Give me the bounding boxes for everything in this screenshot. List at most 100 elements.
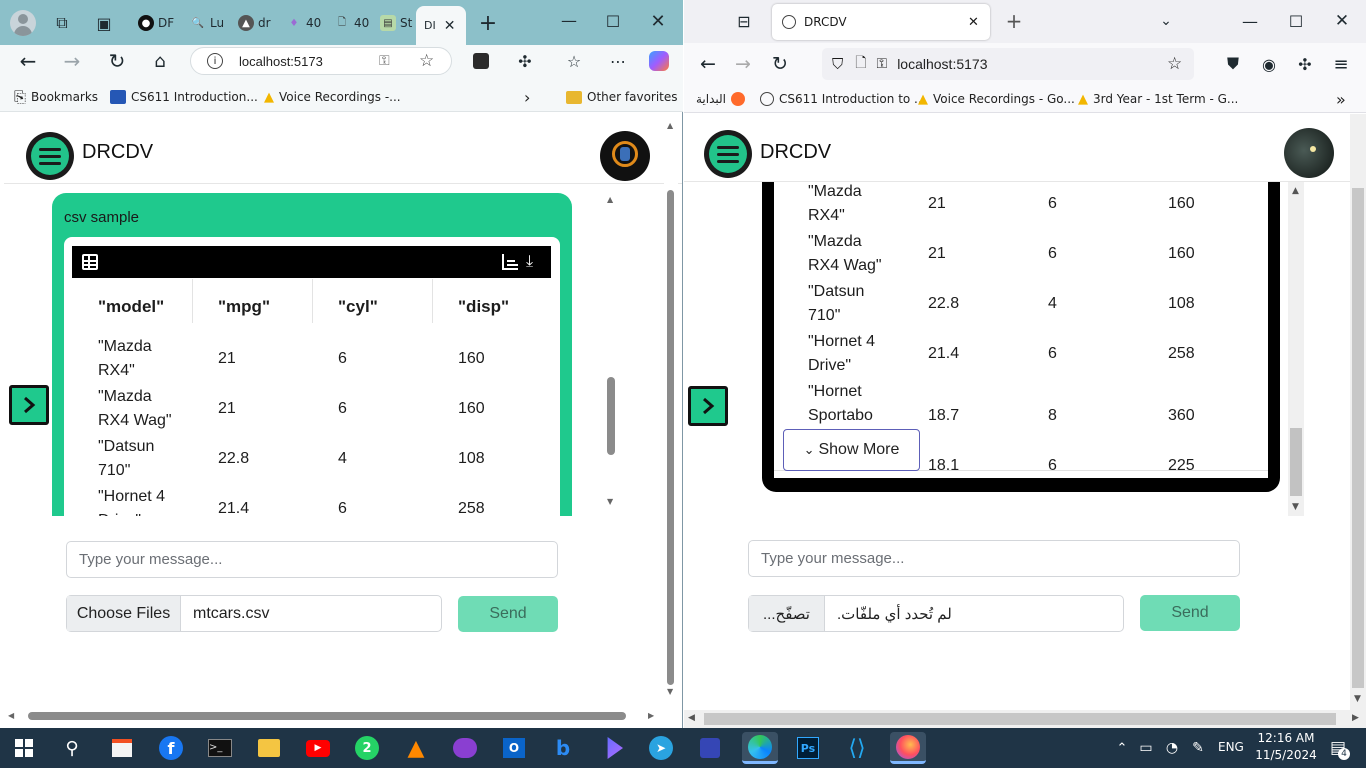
column-header-cyl[interactable]: "cyl" [338,295,378,319]
page-scrollbar[interactable]: ▲ ▼ [664,117,678,697]
page-icon[interactable]: 🗋 [855,52,866,76]
file-input[interactable]: ...تصفّح لم تُحدد أي ملفّات. [748,595,1124,632]
favorites-icon[interactable]: ☆ [560,47,588,75]
close-window-icon[interactable]: ✕ [1328,7,1356,35]
table-icon[interactable] [82,254,98,270]
key-icon[interactable]: ⚿ [379,53,390,69]
profile-icon[interactable] [10,10,36,36]
workspaces-icon[interactable]: ⧉ [48,9,76,37]
scroll-right-icon[interactable]: ▶ [1352,713,1359,723]
tab-github[interactable]: ● DF [138,8,174,38]
message-input[interactable]: Type your message... [66,541,558,578]
column-header-mpg[interactable]: "mpg" [218,295,270,319]
bookmark-home[interactable]: البداية [696,89,746,109]
page-scrollbar[interactable]: ▼ [1350,114,1366,710]
chat-scrollbar[interactable]: ▲ ▼ [1288,182,1304,516]
message-input[interactable]: Type your message... [748,540,1240,577]
column-header-disp[interactable]: "disp" [458,295,509,319]
back-icon[interactable]: ← [694,50,722,78]
firefox-address-bar[interactable]: ⛉ 🗋 ⚿ localhost:5173 ☆ [822,48,1194,80]
horizontal-scrollbar[interactable]: ◀ ▶ [4,709,664,723]
bookmarks-overflow-icon[interactable]: » [1336,89,1346,109]
telegram-icon[interactable]: ➤ [645,732,677,764]
new-tab-icon[interactable]: + [474,9,502,37]
youtube-icon[interactable]: ▶ [302,732,334,764]
favorite-star-icon[interactable]: ☆ [419,51,434,71]
page-scrollbar-thumb[interactable] [1352,188,1364,688]
back-icon[interactable]: ← [14,47,42,75]
shield-icon[interactable]: ⛉ [832,55,843,73]
tab-40-b[interactable]: 🗋 40 [334,8,369,38]
show-more-button[interactable]: ⌄ Show More [783,429,920,471]
minimize-icon[interactable]: — [555,6,583,34]
forward-icon[interactable]: → [58,47,86,75]
scroll-down-icon[interactable]: ▼ [667,687,673,696]
close-tab-icon[interactable]: ✕ [444,18,456,34]
horizontal-scrollbar-thumb[interactable] [28,712,626,720]
notifications-icon[interactable]: ▤ [1322,732,1354,764]
chat-scroll-up-icon[interactable]: ▲ [1292,186,1299,196]
choose-files-button[interactable]: Choose Files [67,596,181,631]
tab-dr[interactable]: ▲ dr [238,8,271,38]
horizontal-scrollbar-thumb[interactable] [704,713,1336,725]
bookmark-bookmarks[interactable]: ⎘ Bookmarks [14,87,98,107]
reload-icon[interactable]: ↻ [766,50,794,78]
tab-search[interactable]: 🔍 Lu [190,8,224,38]
clock-date[interactable]: 11/5/2024 [1254,748,1318,762]
tab-actions-icon[interactable]: ▣ [90,9,118,37]
extensions-puzzle-icon[interactable]: ✣ [511,47,539,75]
scroll-right-icon[interactable]: ▶ [648,711,654,720]
file-input[interactable]: Choose Files mtcars.csv [66,595,442,632]
page-scrollbar-thumb[interactable] [667,190,674,685]
close-tab-icon[interactable]: ✕ [968,15,979,30]
chat-scroll-down-icon[interactable]: ▼ [607,497,613,506]
chat-scrollbar-thumb[interactable] [607,377,615,455]
tab-40-a[interactable]: ♦ 40 [286,8,322,38]
pocket-icon[interactable]: ⛊ [1219,50,1247,78]
whatsapp-icon[interactable]: 2 [351,732,383,764]
sidebar-toggle-button[interactable] [9,385,49,425]
language-indicator[interactable]: ENG [1218,740,1244,754]
bookmark-cs611[interactable]: CS611 Introduction to ... [760,89,926,109]
clock-time[interactable]: 12:16 AM [1257,731,1315,745]
bookmark-voice-recordings[interactable]: ▲ Voice Recordings -... [264,87,401,107]
new-tab-icon[interactable]: + [1000,7,1028,35]
terminal-icon[interactable]: >_ [204,732,236,764]
photoshop-icon[interactable]: Ps [792,732,824,764]
more-menu-icon[interactable]: ⋯ [604,47,632,75]
chat-scrollbar[interactable]: ▲ ▼ [604,193,618,516]
maximize-icon[interactable]: ☐ [1282,7,1310,35]
extensions-icon[interactable]: ✣ [1291,50,1319,78]
chart-icon[interactable] [502,254,518,270]
tab-st[interactable]: ▤ St [380,8,412,38]
bookmark-voice-recordings[interactable]: ▲ Voice Recordings - Go... [918,89,1075,109]
bookmark-star-icon[interactable]: ☆ [1167,54,1182,74]
shield-app-icon[interactable] [694,732,726,764]
maximize-icon[interactable]: ☐ [599,7,627,35]
hamburger-menu-icon[interactable]: ≡ [1327,50,1355,78]
send-button[interactable]: Send [1140,595,1240,631]
download-icon[interactable]: ⤓ [526,252,533,270]
info-icon[interactable]: i [207,53,223,69]
key-icon[interactable]: ⚿ [877,56,888,72]
tab-drcdv[interactable]: DRCDV ✕ [772,4,990,40]
account-icon[interactable]: ◉ [1255,50,1283,78]
vlc-icon[interactable]: ▲ [400,732,432,764]
vscode-icon[interactable]: ⟨⟩ [841,732,873,764]
tab-list-icon[interactable]: ⌄ [1152,7,1180,35]
start-icon[interactable] [8,732,40,764]
close-window-icon[interactable]: ✕ [644,7,672,35]
outlook-icon[interactable]: O [498,732,530,764]
column-header-model[interactable]: "model" [98,295,164,319]
minimize-icon[interactable]: — [1236,7,1264,35]
scroll-down-icon[interactable]: ▼ [1354,694,1361,704]
file-explorer-icon[interactable] [253,732,285,764]
edge-address-bar[interactable]: i localhost:5173 ⚿ ☆ [190,47,452,75]
firefox-icon[interactable] [890,732,926,764]
app-mask-icon[interactable] [449,732,481,764]
copilot-icon[interactable] [645,47,673,75]
bookmarks-overflow-icon[interactable]: › [524,87,530,107]
scroll-up-icon[interactable]: ▲ [667,121,673,130]
send-button[interactable]: Send [458,596,558,632]
chat-scroll-up-icon[interactable]: ▲ [607,195,613,204]
